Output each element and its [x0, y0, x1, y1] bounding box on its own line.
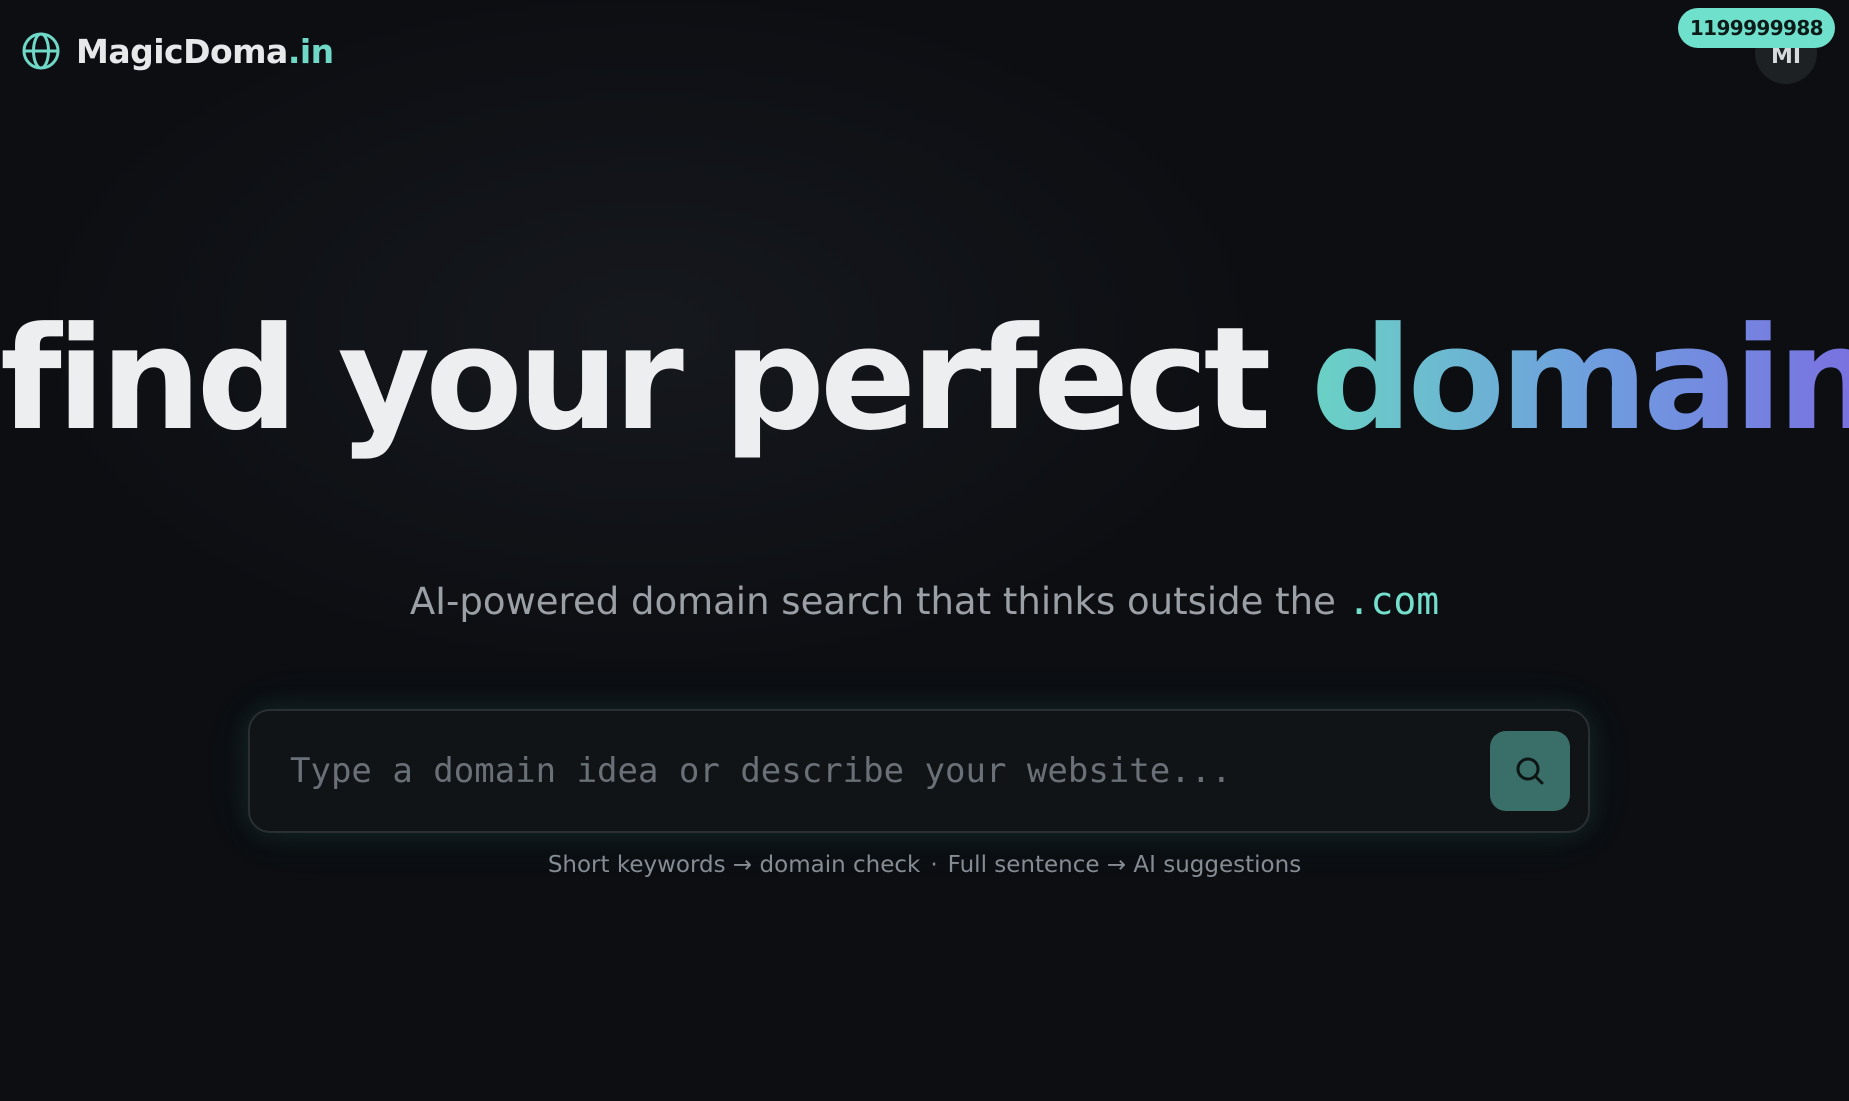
hint-sentence: Full sentence → AI suggestions [947, 852, 1302, 878]
hero-title: find your perfect domain [0, 300, 1849, 460]
hint-separator: · [930, 852, 938, 878]
search-input[interactable] [250, 711, 1490, 831]
search-hint: Short keywords → domain check · Full sente… [0, 848, 1849, 882]
search-icon [1516, 757, 1544, 785]
globe-icon [22, 32, 60, 70]
logo-text: MagicDoma.in [76, 32, 334, 71]
hero-subtitle-tld: .com [1347, 579, 1440, 623]
hero-title-main: find your perfect [0, 297, 1311, 462]
search-button[interactable] [1490, 731, 1570, 811]
hero-subtitle: AI-powered domain search that thinks out… [0, 578, 1849, 625]
logo-text-accent: .in [287, 31, 334, 71]
logo[interactable]: MagicDoma.in [20, 30, 334, 72]
search-box [248, 709, 1590, 833]
hero-title-accent: domain [1311, 297, 1849, 462]
count-badge: 1199999988 [1677, 8, 1835, 48]
hint-keywords: Short keywords → domain check [547, 852, 921, 878]
hero-subtitle-main: AI-powered domain search that thinks out… [409, 580, 1348, 623]
logo-text-main: MagicDoma [76, 31, 288, 71]
